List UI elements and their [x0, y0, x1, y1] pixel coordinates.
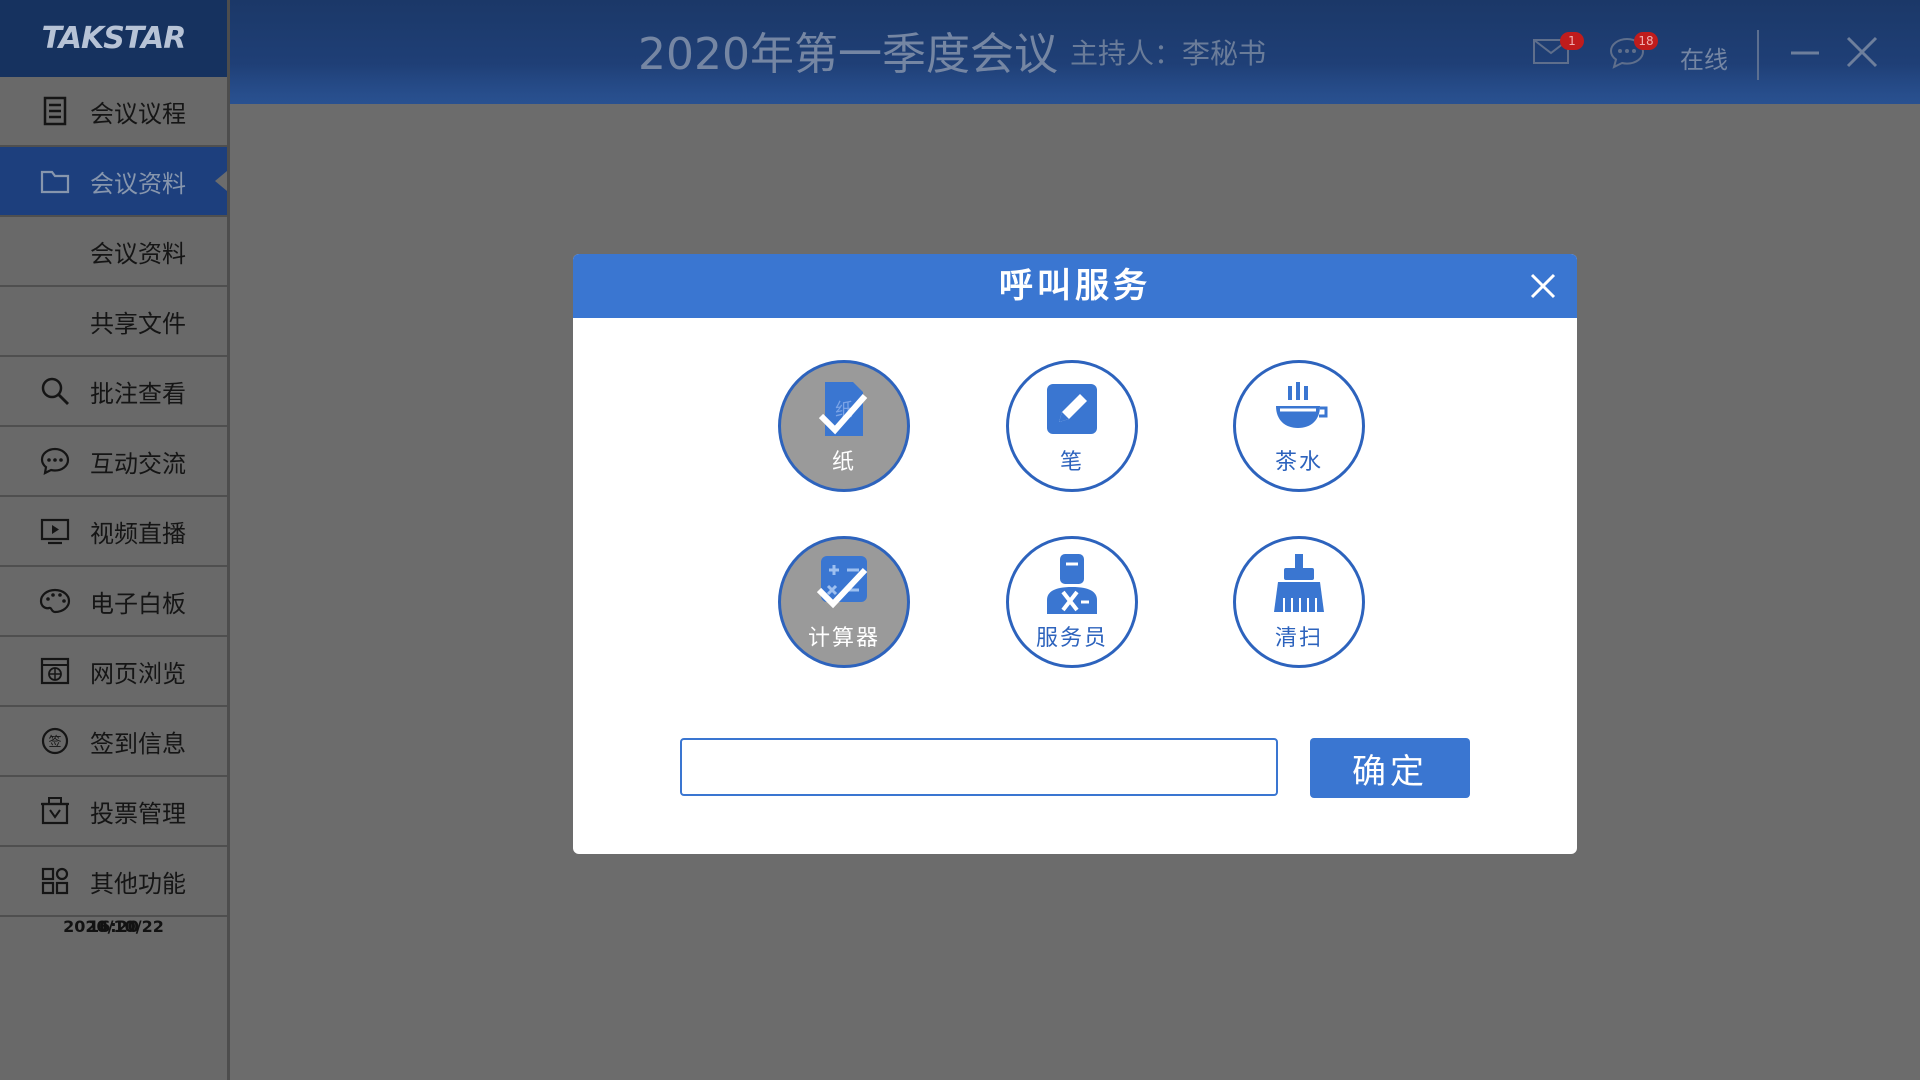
nav-item-label: 互动交流: [90, 449, 186, 478]
service-note-input[interactable]: [680, 738, 1278, 796]
agenda-icon: [38, 94, 72, 128]
nav-item-label: 网页浏览: [90, 659, 186, 688]
close-icon: [1846, 36, 1878, 68]
meeting-title: 2020年第一季度会议: [638, 29, 1058, 80]
mail-count-badge: 1: [1560, 32, 1584, 50]
service-label: 茶水: [1274, 450, 1323, 475]
dialog-close-button[interactable]: [1527, 270, 1559, 302]
nav-item-label: 会议资料: [90, 169, 186, 198]
nav-item-voting[interactable]: 投票管理: [0, 777, 227, 847]
tea-icon: [1276, 382, 1328, 428]
service-label: 清扫: [1274, 626, 1323, 651]
apps-icon: [38, 864, 72, 898]
nav-subitem-shared-files[interactable]: 共享文件: [0, 287, 227, 357]
meeting-host: 主持人：李秘书: [1070, 37, 1267, 70]
pen-icon: [1047, 384, 1097, 434]
messages-button[interactable]: 18: [1608, 32, 1658, 74]
nav-item-agenda[interactable]: 会议议程: [0, 77, 227, 147]
broom-icon: [1274, 554, 1324, 612]
nav-item-annotations[interactable]: 批注查看: [0, 357, 227, 427]
service-cleaning[interactable]: 清扫: [1233, 536, 1365, 668]
service-label: 纸: [831, 450, 856, 475]
minimize-icon: [1791, 51, 1819, 55]
logo-text: TAKSTAR: [41, 21, 187, 56]
nav-item-label: 会议议程: [90, 99, 186, 128]
service-calculator[interactable]: 计算器: [778, 536, 910, 668]
close-icon: [1530, 273, 1556, 299]
service-pen[interactable]: 笔: [1006, 360, 1138, 492]
folder-icon: [38, 164, 72, 198]
palette-icon: [38, 584, 72, 618]
nav-item-whiteboard[interactable]: 电子白板: [0, 567, 227, 637]
waiter-icon: [1047, 554, 1097, 614]
dialog-header: 呼叫服务: [573, 254, 1577, 318]
nav-item-live-video[interactable]: 视频直播: [0, 497, 227, 567]
nav-item-label: 投票管理: [90, 799, 186, 828]
nav-item-sign-in[interactable]: 签 签到信息: [0, 707, 227, 777]
vote-icon: [38, 794, 72, 828]
dialog-title: 呼叫服务: [999, 266, 1151, 306]
call-service-dialog: 呼叫服务 纸 纸 笔 茶水 计算器 服务员 清扫 确定: [573, 254, 1577, 854]
service-label: 计算器: [807, 626, 880, 651]
online-status: 在线: [1680, 46, 1728, 74]
nav-item-label: 视频直播: [90, 519, 186, 548]
clock-date: 2020/10/22: [63, 917, 164, 936]
calculator-icon: [816, 556, 868, 609]
message-count-badge: 18: [1634, 32, 1658, 50]
paper-icon: 纸: [818, 382, 868, 436]
logo: TAKSTAR: [0, 0, 227, 77]
nav-item-label: 签到信息: [90, 729, 186, 758]
sign-in-icon: 签: [38, 724, 72, 758]
nav-item-interaction[interactable]: 互动交流: [0, 427, 227, 497]
minimize-button[interactable]: [1785, 32, 1825, 72]
nav-item-web-browse[interactable]: 网页浏览: [0, 637, 227, 707]
header-divider: [1757, 30, 1759, 80]
nav-item-label: 批注查看: [90, 379, 186, 408]
service-label: 服务员: [1035, 626, 1108, 651]
nav-item-label: 其他功能: [90, 869, 186, 898]
svg-text:签: 签: [48, 734, 61, 750]
service-paper[interactable]: 纸 纸: [778, 360, 910, 492]
nav-item-other[interactable]: 其他功能: [0, 847, 227, 917]
nav-item-label: 电子白板: [90, 589, 186, 618]
service-tea[interactable]: 茶水: [1233, 360, 1365, 492]
confirm-button[interactable]: 确定: [1310, 738, 1470, 798]
nav-item-materials[interactable]: 会议资料: [0, 147, 227, 217]
mail-button[interactable]: 1: [1532, 32, 1584, 70]
sidebar: TAKSTAR 会议议程 会议资料 会议资料 共享文件 批注查看 互动交流 视频…: [0, 0, 230, 1080]
chat-icon: [38, 444, 72, 478]
nav-item-label: 会议资料: [90, 239, 186, 268]
close-window-button[interactable]: [1842, 32, 1882, 72]
video-icon: [38, 514, 72, 548]
search-icon: [38, 374, 72, 408]
nav-item-label: 共享文件: [90, 309, 186, 338]
nav-subitem-materials[interactable]: 会议资料: [0, 217, 227, 287]
top-header: 2020年第一季度会议 主持人：李秘书 1 18 在线: [230, 0, 1920, 104]
browser-icon: [38, 654, 72, 688]
service-waiter[interactable]: 服务员: [1006, 536, 1138, 668]
service-label: 笔: [1059, 450, 1084, 475]
